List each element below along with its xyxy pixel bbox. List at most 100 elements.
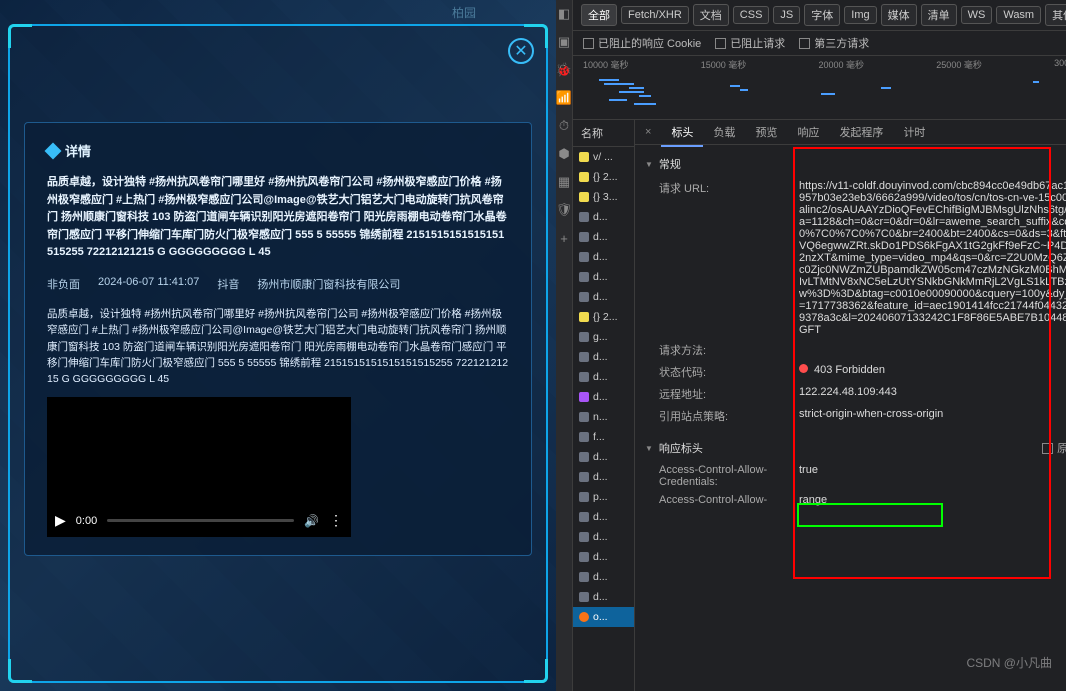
request-item[interactable]: d...	[573, 527, 634, 547]
third-party-checkbox[interactable]: 第三方请求	[799, 35, 869, 51]
detail-tab-响应[interactable]: 响应	[787, 121, 829, 145]
play-button-icon[interactable]: ▶	[55, 512, 66, 529]
request-item[interactable]: d...	[573, 267, 634, 287]
request-item[interactable]: d...	[573, 367, 634, 387]
filter-pill-全部[interactable]: 全部	[581, 4, 617, 26]
request-item[interactable]: d...	[573, 387, 634, 407]
js-file-icon	[579, 172, 589, 182]
request-item[interactable]: d...	[573, 347, 634, 367]
expand-triangle-icon: ▼	[645, 160, 653, 169]
filter-pill-清单[interactable]: 清单	[921, 4, 957, 26]
request-item[interactable]: d...	[573, 467, 634, 487]
meta-sentiment: 非负面	[47, 276, 80, 292]
video-menu-icon[interactable]: ⋮	[329, 512, 343, 529]
raw-checkbox[interactable]: 原始	[1042, 440, 1066, 456]
blocked-request-checkbox[interactable]: 已阻止请求	[715, 35, 785, 51]
detail-tab-标头[interactable]: 标头	[661, 121, 703, 147]
filter-pill-字体[interactable]: 字体	[804, 4, 840, 26]
meta-row: 非负面 2024-06-07 11:41:07 抖音 扬州市顺康门窗科技有限公司	[47, 276, 509, 292]
request-list: 名称 v/ ...{} 2...{} 3...d...d...d...d...d…	[573, 120, 635, 691]
request-item[interactable]: {} 2...	[573, 167, 634, 187]
meta-source: 抖音	[217, 276, 239, 292]
bug-icon[interactable]: 🐞	[556, 62, 572, 78]
network-split: 名称 v/ ...{} 2...{} 3...d...d...d...d...d…	[573, 120, 1066, 691]
doc-file-icon	[579, 332, 589, 342]
request-url-value[interactable]: https://v11-coldf.douyinvod.com/cbc894cc…	[799, 180, 1066, 336]
request-item[interactable]: g...	[573, 327, 634, 347]
filter-pill-CSS[interactable]: CSS	[733, 6, 770, 24]
filter-pill-Wasm[interactable]: Wasm	[996, 6, 1041, 24]
doc-file-icon	[579, 232, 589, 242]
doc-file-icon	[579, 212, 589, 222]
request-detail-pane: × 标头负载预览响应发起程序计时 ▼ 常规 请求 URL: https://v1…	[635, 120, 1066, 691]
filter-pill-其他[interactable]: 其他	[1045, 4, 1066, 26]
org-file-icon	[579, 612, 589, 622]
video-controls: ▶ 0:00 🔊 ⋮	[55, 512, 343, 529]
application-icon[interactable]: ▦	[556, 174, 572, 190]
request-item[interactable]: d...	[573, 287, 634, 307]
shield-icon[interactable]: 🛡	[556, 202, 572, 218]
general-section-header[interactable]: ▼ 常规	[635, 151, 1066, 177]
response-header-row: Access-Control-Allow-Credentials: true	[635, 461, 1066, 491]
video-player[interactable]: ▶ 0:00 🔊 ⋮	[47, 397, 351, 537]
doc-file-icon	[579, 452, 589, 462]
request-item[interactable]: {} 3...	[573, 187, 634, 207]
response-headers-section[interactable]: ▼响应标头 原始	[635, 435, 1066, 461]
close-detail-icon[interactable]: ×	[635, 120, 661, 144]
close-button[interactable]: ✕	[508, 38, 534, 64]
blocked-cookie-checkbox[interactable]: 已阻止的响应 Cookie	[583, 35, 701, 51]
filter-pill-WS[interactable]: WS	[961, 6, 993, 24]
network-timeline[interactable]: 10000 毫秒15000 毫秒20000 毫秒25000 毫秒30000	[573, 56, 1066, 120]
detail-tab-发起程序[interactable]: 发起程序	[829, 121, 893, 145]
console-icon[interactable]: ▣	[556, 34, 572, 50]
request-item[interactable]: d...	[573, 447, 634, 467]
timeline-ruler: 10000 毫秒15000 毫秒20000 毫秒25000 毫秒30000	[579, 58, 1066, 71]
description-1: 品质卓越，设计独特 #扬州抗风卷帘门哪里好 #扬州抗风卷帘门公司 #扬州极窄感应…	[47, 174, 509, 262]
request-item[interactable]: d...	[573, 507, 634, 527]
js-file-icon	[579, 152, 589, 162]
corner-decoration	[524, 659, 548, 683]
filter-row: 全部Fetch/XHR文档CSSJS字体Img 媒体清单WSWasm其他	[573, 0, 1066, 31]
doc-file-icon	[579, 552, 589, 562]
doc-file-icon	[579, 372, 589, 382]
doc-file-icon	[579, 572, 589, 582]
filter-pill-Img[interactable]: Img	[844, 6, 876, 24]
request-item[interactable]: p...	[573, 487, 634, 507]
request-item[interactable]: f...	[573, 427, 634, 447]
memory-icon[interactable]: ⬢	[556, 146, 572, 162]
doc-file-icon	[579, 412, 589, 422]
detail-card: 详情 品质卓越，设计独特 #扬州抗风卷帘门哪里好 #扬州抗风卷帘门公司 #扬州极…	[24, 122, 532, 556]
filter-pill-媒体[interactable]: 媒体	[881, 4, 917, 26]
filter-pill-文档[interactable]: 文档	[693, 4, 729, 26]
detail-tab-预览[interactable]: 预览	[745, 121, 787, 145]
plus-icon[interactable]: +	[556, 230, 572, 246]
diamond-icon	[45, 142, 62, 159]
status-code-value: 403 Forbidden	[799, 364, 1066, 380]
request-item[interactable]: d...	[573, 567, 634, 587]
request-item[interactable]: n...	[573, 407, 634, 427]
doc-file-icon	[579, 532, 589, 542]
filter-pill-Fetch/XHR[interactable]: Fetch/XHR	[621, 6, 689, 24]
video-progress[interactable]	[107, 519, 294, 522]
filter-options-row: 已阻止的响应 Cookie 已阻止请求 第三方请求	[573, 31, 1066, 56]
name-column-header[interactable]: 名称	[573, 120, 634, 147]
request-item[interactable]: d...	[573, 227, 634, 247]
request-item[interactable]: d...	[573, 587, 634, 607]
volume-icon[interactable]: 🔊	[304, 514, 319, 528]
response-header-row: Access-Control-Allow- range	[635, 491, 1066, 509]
request-item[interactable]: v/ ...	[573, 147, 634, 167]
performance-icon[interactable]: ⏱	[556, 118, 572, 134]
status-dot-icon	[799, 364, 808, 373]
request-item[interactable]: d...	[573, 247, 634, 267]
request-item[interactable]: o...	[573, 607, 634, 627]
detail-tab-计时[interactable]: 计时	[893, 121, 935, 145]
inspect-icon[interactable]: ◧	[556, 6, 572, 22]
request-item[interactable]: d...	[573, 207, 634, 227]
detail-tab-负载[interactable]: 负载	[703, 121, 745, 145]
wifi-icon[interactable]: 📶	[556, 90, 572, 106]
referrer-policy-row: 引用站点策略: strict-origin-when-cross-origin	[635, 405, 1066, 427]
request-item[interactable]: {} 2...	[573, 307, 634, 327]
request-item[interactable]: d...	[573, 547, 634, 567]
corner-decoration	[8, 659, 32, 683]
filter-pill-JS[interactable]: JS	[773, 6, 800, 24]
